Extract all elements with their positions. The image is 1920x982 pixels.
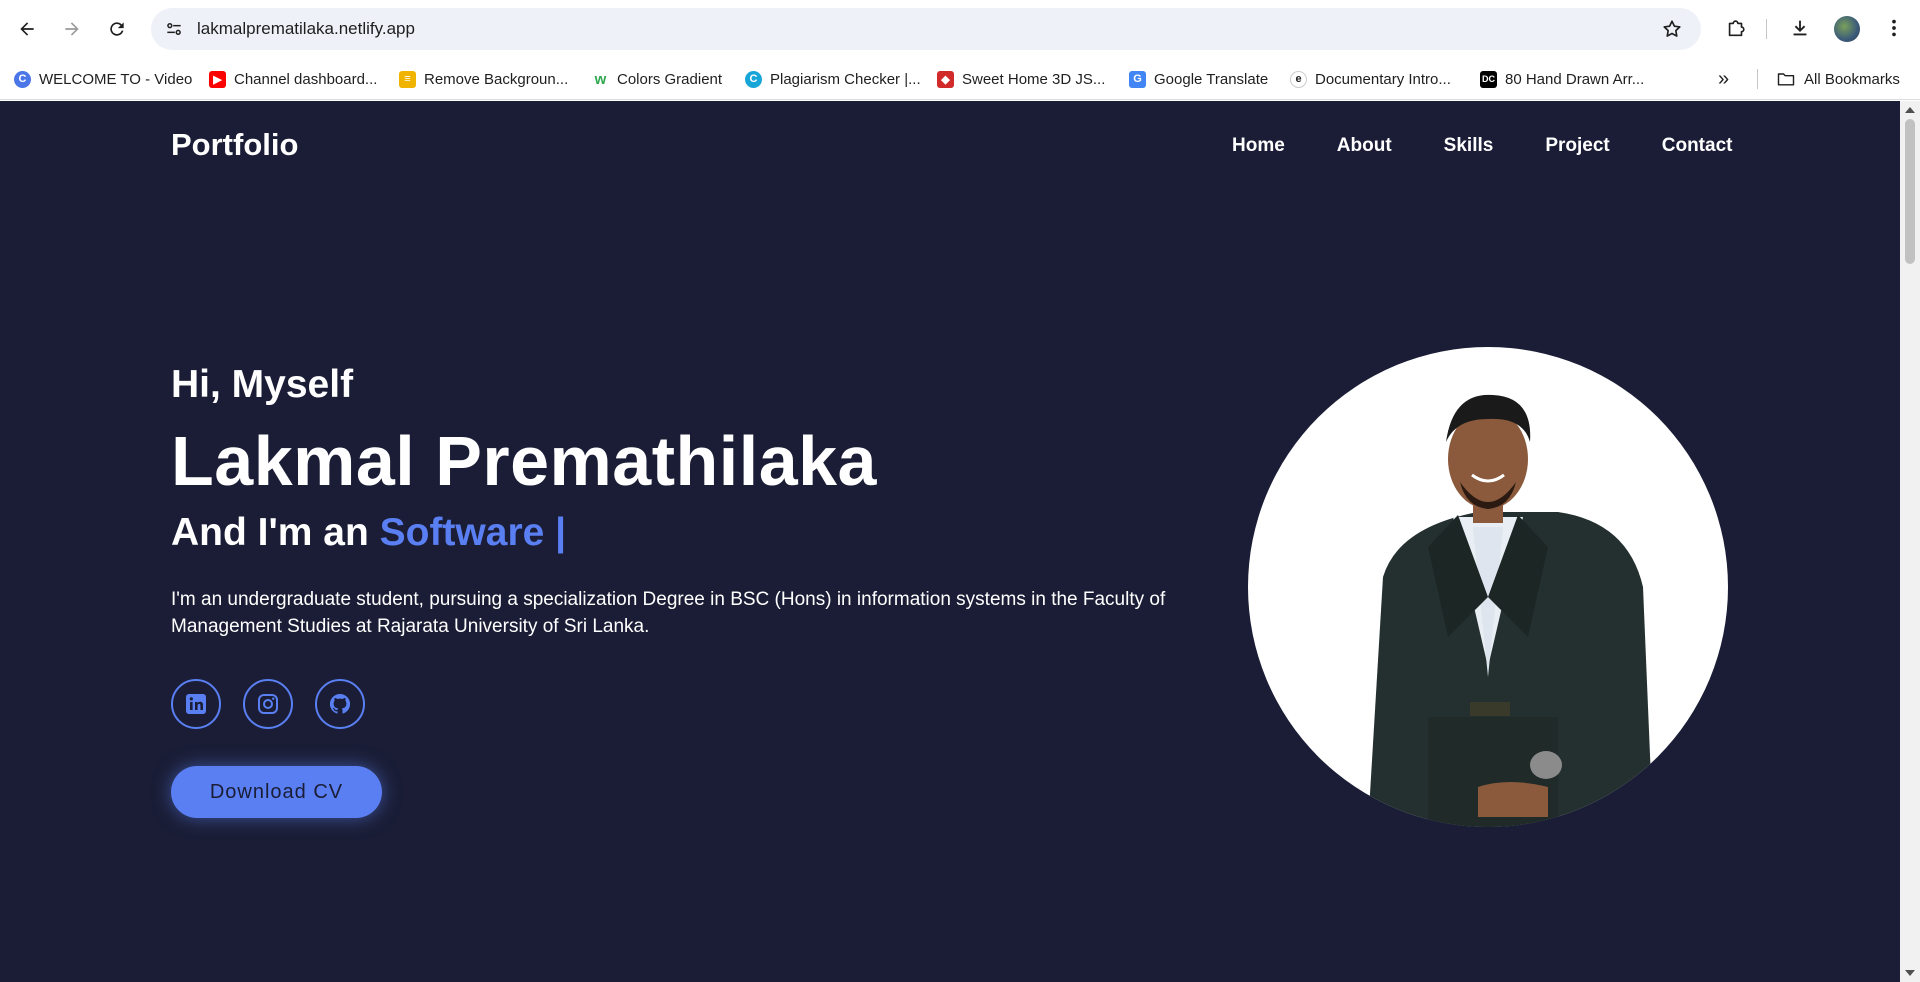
bookmark-label: Sweet Home 3D JS... bbox=[962, 70, 1106, 88]
profile-photo bbox=[1248, 347, 1728, 827]
back-button[interactable] bbox=[10, 12, 44, 46]
role-typed-text: Software | bbox=[379, 511, 567, 554]
download-icon[interactable] bbox=[1786, 14, 1814, 42]
scroll-down-icon[interactable] bbox=[1905, 970, 1915, 976]
reload-button[interactable] bbox=[100, 12, 134, 46]
hero-bio: I'm an undergraduate student, pursuing a… bbox=[171, 589, 1166, 637]
bookmark-label: Documentary Intro... bbox=[1315, 70, 1451, 88]
bookmarks-overflow-button[interactable]: » bbox=[1718, 67, 1729, 91]
bookmark-item[interactable]: C WELCOME TO - Video bbox=[14, 67, 192, 91]
double-chevron-right-icon: » bbox=[1718, 67, 1730, 90]
instagram-link[interactable] bbox=[243, 679, 293, 729]
arrow-right-icon bbox=[65, 22, 79, 36]
bookmark-label: Colors Gradient bbox=[617, 70, 723, 88]
toolbar-divider bbox=[1766, 19, 1767, 39]
c-plag-icon: C bbox=[745, 70, 762, 88]
bookmark-label: Channel dashboard... bbox=[234, 70, 378, 88]
kebab-menu-icon[interactable] bbox=[1880, 14, 1908, 42]
nav-link-about[interactable]: About bbox=[1337, 135, 1392, 157]
w-logo-icon: w bbox=[594, 70, 607, 88]
address-bar[interactable]: lakmalprematilaka.netlify.app bbox=[151, 8, 1701, 50]
scrollbar-thumb[interactable] bbox=[1905, 119, 1915, 264]
site-logo[interactable]: Portfolio bbox=[171, 127, 298, 163]
reload-icon bbox=[110, 22, 124, 36]
all-bookmarks-label: All Bookmarks bbox=[1804, 70, 1900, 88]
site-info-icon[interactable] bbox=[163, 18, 185, 40]
bookmark-label: WELCOME TO - Video bbox=[39, 70, 193, 88]
download-cv-button[interactable]: Download CV bbox=[171, 766, 382, 818]
nav-link-project[interactable]: Project bbox=[1545, 135, 1609, 157]
c-logo-icon: C bbox=[14, 70, 31, 88]
bookmark-item[interactable]: w Colors Gradient bbox=[592, 67, 722, 91]
linkedin-link[interactable] bbox=[171, 679, 221, 729]
instagram-icon bbox=[258, 694, 278, 714]
dc-logo-icon: DC bbox=[1480, 70, 1497, 88]
extensions-icon[interactable] bbox=[1722, 14, 1750, 42]
folder-icon bbox=[1777, 73, 1795, 86]
url-text[interactable]: lakmalprematilaka.netlify.app bbox=[197, 19, 415, 39]
nav-link-skills[interactable]: Skills bbox=[1444, 135, 1494, 157]
github-icon bbox=[329, 693, 351, 714]
bookmark-item[interactable]: G Google Translate bbox=[1129, 67, 1268, 91]
linkedin-icon bbox=[186, 694, 206, 714]
social-links bbox=[171, 679, 365, 729]
bookmark-item[interactable]: e Documentary Intro... bbox=[1290, 67, 1451, 91]
hero-role: And I'm an Software | bbox=[171, 511, 566, 555]
role-prefix: And I'm an bbox=[171, 511, 380, 554]
page-viewport: Portfolio Home About Skills Project Cont… bbox=[0, 101, 1900, 982]
profile-avatar[interactable] bbox=[1834, 16, 1860, 42]
bookmark-item[interactable]: ≡ Remove Backgroun... bbox=[399, 67, 568, 91]
nav-link-contact[interactable]: Contact bbox=[1662, 135, 1733, 157]
hero-greeting: Hi, Myself bbox=[171, 363, 354, 406]
bookmark-item[interactable]: ▶ Channel dashboard... bbox=[209, 67, 377, 91]
main-nav: Home About Skills Project Contact bbox=[1232, 135, 1732, 157]
bookmarks-divider bbox=[1757, 69, 1758, 89]
bookmark-label: 80 Hand Drawn Arr... bbox=[1505, 70, 1645, 88]
translate-icon: G bbox=[1129, 70, 1146, 88]
hero-name: Lakmal Premathilaka bbox=[171, 422, 877, 500]
github-link[interactable] bbox=[315, 679, 365, 729]
bookmarks-bar: C WELCOME TO - Video ▶ Channel dashboard… bbox=[0, 58, 1920, 100]
bookmark-item[interactable]: C Plagiarism Checker |... bbox=[745, 67, 921, 91]
stack-icon: ≡ bbox=[399, 70, 416, 88]
e-logo-icon: e bbox=[1290, 70, 1307, 88]
bookmark-label: Google Translate bbox=[1154, 70, 1269, 88]
bookmark-item[interactable]: ◆ Sweet Home 3D JS... bbox=[937, 67, 1105, 91]
arrow-left-icon bbox=[20, 22, 34, 36]
nav-link-home[interactable]: Home bbox=[1232, 135, 1285, 157]
page-scrollbar[interactable] bbox=[1900, 101, 1920, 982]
bookmark-label: Plagiarism Checker |... bbox=[770, 70, 921, 88]
bookmark-star-icon[interactable] bbox=[1661, 18, 1683, 40]
youtube-icon: ▶ bbox=[209, 70, 226, 88]
cube-icon: ◆ bbox=[937, 70, 954, 88]
scroll-up-icon[interactable] bbox=[1905, 107, 1915, 113]
bookmark-item[interactable]: DC 80 Hand Drawn Arr... bbox=[1480, 67, 1644, 91]
bookmark-label: Remove Backgroun... bbox=[424, 70, 569, 88]
browser-toolbar: lakmalprematilaka.netlify.app bbox=[0, 0, 1920, 58]
forward-button[interactable] bbox=[55, 12, 89, 46]
all-bookmarks-button[interactable]: All Bookmarks bbox=[1776, 67, 1900, 91]
